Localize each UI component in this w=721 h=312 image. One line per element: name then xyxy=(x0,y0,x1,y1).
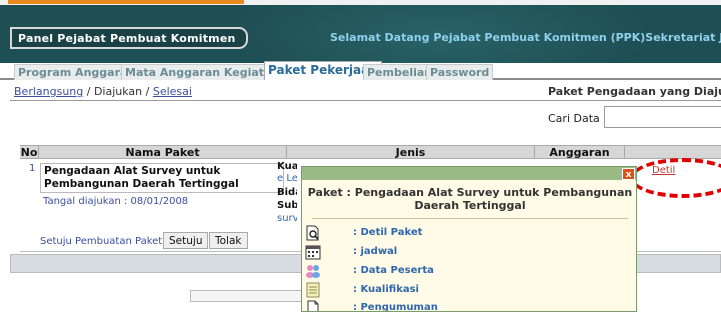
breadcrumb-selesai-link[interactable]: Selesai xyxy=(153,85,192,98)
column-header-anggaran: Anggaran xyxy=(534,146,624,159)
column-header-actions xyxy=(624,146,721,159)
pagination-box xyxy=(190,290,304,302)
breadcrumb: Berlangsung / Diajukan / Selesai xyxy=(14,85,192,98)
users-icon xyxy=(306,265,320,278)
jenis-text: surv xyxy=(277,213,297,224)
menu-item-kualifikasi[interactable]: : Kualifikasi xyxy=(302,281,636,299)
menu-item-jadwal[interactable]: : jadwal xyxy=(302,243,636,261)
menu-label: : Pengumuman xyxy=(353,302,438,312)
breadcrumb-diajukan: Diajukan xyxy=(93,85,143,98)
approval-question: Setuju Pembuatan Paket ? xyxy=(40,236,171,247)
document-search-icon xyxy=(306,225,319,241)
jenis-text: e Le xyxy=(277,173,297,184)
menu-label: : jadwal xyxy=(353,246,398,257)
search-label: Cari Data : xyxy=(548,112,607,125)
page: Panel Pejabat Pembuat Komitmen Selamat D… xyxy=(0,0,721,312)
column-header-no: No xyxy=(20,146,38,159)
jenis-text: Bida xyxy=(277,187,297,198)
top-accent-bar xyxy=(8,0,244,4)
menu-label: : Data Peserta xyxy=(353,265,434,276)
menu-label: : Detil Paket xyxy=(353,227,423,238)
breadcrumb-separator: / xyxy=(142,85,153,98)
package-popup: x Paket : Pengadaan Alat Survey untuk Pe… xyxy=(301,166,637,312)
menu-item-data-peserta[interactable]: : Data Peserta xyxy=(302,262,636,280)
popup-titlebar: x xyxy=(302,167,636,180)
column-header-nama-paket: Nama Paket xyxy=(38,146,286,159)
row-number: 1 xyxy=(29,163,36,174)
menu-item-pengumuman[interactable]: : Pengumuman xyxy=(302,299,636,312)
breadcrumb-berlangsung-link[interactable]: Berlangsung xyxy=(14,85,83,98)
document-list-icon xyxy=(306,282,320,298)
menu-label: : Kualifikasi xyxy=(353,284,419,295)
search-input[interactable] xyxy=(604,106,721,128)
tolak-button[interactable]: Tolak xyxy=(209,232,248,249)
menu-item-detil-paket[interactable]: : Detil Paket xyxy=(302,224,636,242)
package-name: Pengadaan Alat Survey untuk Pembangunan … xyxy=(40,163,284,193)
column-header-jenis: Jenis xyxy=(286,146,534,159)
table-header: No Nama Paket Jenis Anggaran xyxy=(20,145,721,159)
header-banner: Panel Pejabat Pembuat Komitmen Selamat D… xyxy=(0,5,721,63)
submission-date: Tangal diajukan : 08/01/2008 xyxy=(43,196,189,207)
setuju-button[interactable]: Setuju xyxy=(163,232,209,249)
popup-divider xyxy=(312,218,628,219)
highlight-ring xyxy=(630,158,721,198)
tab-bar: Program Anggaran Mata Anggaran Kegiatan … xyxy=(0,61,721,80)
tab-password[interactable]: Password xyxy=(426,64,494,80)
jenis-text: Sub xyxy=(277,200,297,211)
jenis-text: Kual xyxy=(277,161,297,172)
page-heading: Paket Pengadaan yang Diajuka xyxy=(548,85,721,98)
calendar-icon xyxy=(305,245,321,260)
tab-mata-anggaran-kegiatan[interactable]: Mata Anggaran Kegiatan xyxy=(121,64,284,80)
document-icon xyxy=(307,300,319,311)
welcome-text: Selamat Datang Pejabat Pembuat Komitmen … xyxy=(330,31,721,44)
close-button[interactable]: x xyxy=(622,168,635,180)
panel-title: Panel Pejabat Pembuat Komitmen xyxy=(10,27,248,49)
popup-title: Paket : Pengadaan Alat Survey untuk Pemb… xyxy=(307,186,633,212)
divider xyxy=(10,100,721,101)
breadcrumb-separator: / xyxy=(83,85,94,98)
